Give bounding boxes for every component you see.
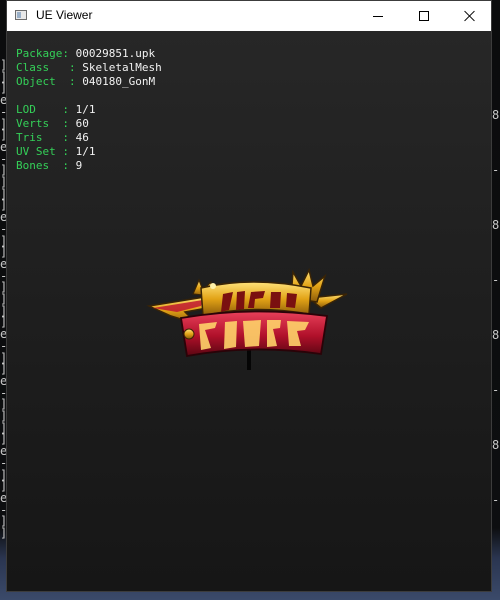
verts-sep: : — [49, 117, 76, 130]
class-value: SkeletalMesh — [82, 61, 162, 74]
info-row-class: Class : SkeletalMesh — [16, 61, 162, 75]
background-console-glyph: 8 — [492, 438, 500, 452]
background-console-glyph: - — [492, 493, 500, 507]
background-console-glyph: 8 — [492, 328, 500, 342]
lod-key: LOD — [16, 103, 36, 116]
object-value: 040180_GonM — [82, 75, 156, 88]
package-sep: : — [62, 47, 76, 60]
maximize-button[interactable] — [401, 1, 447, 31]
uv-set-sep: : — [55, 145, 76, 158]
background-console-glyph: 8 — [492, 108, 500, 122]
logo-ornament-star — [210, 283, 216, 289]
background-console-glyph: 8 — [492, 218, 500, 232]
verts-value: 60 — [75, 117, 89, 130]
info-row-verts: Verts : 60 — [16, 117, 162, 131]
object-sep: : — [55, 75, 83, 88]
info-row-object: Object : 040180_GonM — [16, 75, 162, 89]
app-window-icon — [15, 10, 27, 20]
ue-viewer-window: UE Viewer Package: 00029851.upk Class : … — [6, 0, 492, 592]
info-row-uv-set: UV Set : 1/1 — [16, 145, 162, 159]
package-key: Package — [16, 47, 63, 60]
minimize-icon — [373, 16, 383, 17]
background-console-glyph: - — [492, 383, 500, 397]
logo-ornament-left — [183, 328, 195, 340]
info-row-tris: Tris : 46 — [16, 131, 162, 145]
tris-key: Tris — [16, 131, 43, 144]
info-row-lod: LOD : 1/1 — [16, 103, 162, 117]
lod-sep: : — [35, 103, 76, 116]
uv-set-value: 1/1 — [75, 145, 96, 158]
background-console-glyph: - — [492, 163, 500, 177]
class-key: Class — [16, 61, 50, 74]
info-row-package: Package: 00029851.upk — [16, 47, 162, 61]
background-console-glyph: - — [492, 273, 500, 287]
info-row-bones: Bones : 9 — [16, 159, 162, 173]
3d-viewport[interactable]: Package: 00029851.upk Class : SkeletalMe… — [7, 31, 491, 591]
bones-key: Bones — [16, 159, 50, 172]
bones-sep: : — [49, 159, 76, 172]
mesh-info-overlay: Package: 00029851.upk Class : SkeletalMe… — [16, 47, 162, 173]
class-sep: : — [49, 61, 83, 74]
window-title: UE Viewer — [36, 8, 93, 22]
close-button[interactable] — [447, 1, 493, 31]
minimize-button[interactable] — [355, 1, 401, 31]
uv-set-key: UV Set — [16, 145, 56, 158]
maximize-icon — [419, 11, 429, 21]
verts-key: Verts — [16, 117, 50, 130]
lod-value: 1/1 — [75, 103, 96, 116]
title-bar[interactable]: UE Viewer — [7, 1, 491, 31]
background-console-right: 8 - 8 - 8 - 8 - — [492, 30, 500, 530]
close-icon — [464, 10, 476, 22]
package-value: 00029851.upk — [75, 47, 156, 60]
object-key: Object — [16, 75, 56, 88]
skeletal-mesh-logo-model — [146, 267, 348, 370]
bones-value: 9 — [75, 159, 83, 172]
desktop: ]]] e -]] e -]]]] e -]] e -]]]] e -]] e -]]]] e -]] e -]… — [0, 0, 500, 600]
tris-sep: : — [42, 131, 76, 144]
tris-value: 46 — [75, 131, 89, 144]
